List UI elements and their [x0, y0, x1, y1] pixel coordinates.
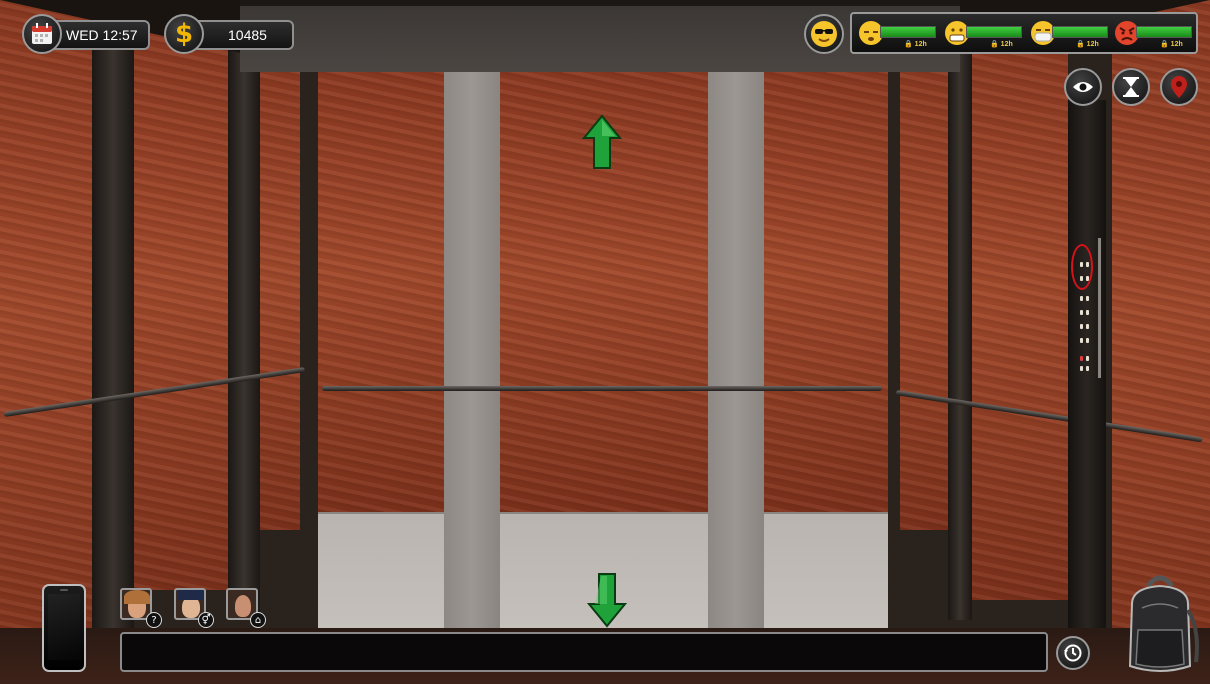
dialogue-bar [120, 632, 1048, 672]
date-time-text: WED 12:57 [66, 27, 138, 43]
arrow-up-icon[interactable] [582, 114, 622, 170]
handrail-back [322, 386, 882, 391]
mood-sleepy: 🔒 12h [858, 18, 940, 50]
arrow-down-icon[interactable] [587, 572, 627, 628]
home-icon: ⌂ [250, 612, 266, 628]
floor-button-highlight[interactable] [1071, 244, 1093, 290]
eye-icon[interactable] [1064, 68, 1102, 106]
hourglass-icon[interactable] [1112, 68, 1150, 106]
sunglasses-face-icon[interactable] [804, 14, 844, 54]
map-pin-icon[interactable] [1160, 68, 1198, 106]
calendar-icon[interactable] [22, 14, 62, 54]
history-icon[interactable] [1056, 636, 1090, 670]
money-text: 10485 [228, 27, 267, 43]
mood-sick: 🔒 12h [1030, 18, 1112, 50]
left-wall [0, 0, 318, 684]
elevator-control-panel [1068, 100, 1106, 684]
dollar-icon[interactable]: $ [164, 14, 204, 54]
phone-icon[interactable] [42, 584, 86, 672]
mood-grinning: 🔒 12h [944, 18, 1026, 50]
mood-angry: 🔒 12h [1114, 18, 1196, 50]
backpack-icon[interactable] [1118, 570, 1202, 678]
needs-bar: 🔒 12h 🔒 12h 🔒 12h 🔒 12h [850, 12, 1198, 54]
gender-icon: ⚥ [198, 612, 214, 628]
question-icon: ? [146, 612, 162, 628]
